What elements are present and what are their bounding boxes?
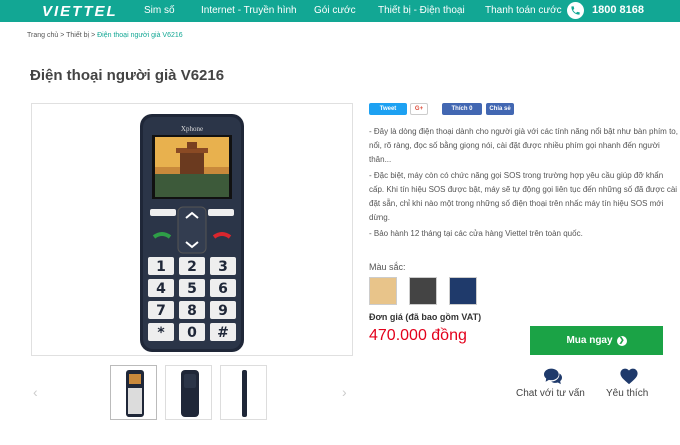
description-paragraph: - Đây là dòng điện thoại dành cho người … xyxy=(369,127,678,164)
facebook-like-button[interactable]: Thích 0 xyxy=(442,103,482,115)
nav-item-internet[interactable]: Internet - Truyền hình xyxy=(201,5,297,16)
favorite-label[interactable]: Yêu thích xyxy=(606,388,648,399)
chat-icon[interactable] xyxy=(543,367,563,390)
tweet-label: Tweet xyxy=(379,106,397,112)
product-image-frame: Xphone 1 2 3 4 5 6 7 8 9 * 0 # xyxy=(31,103,353,356)
key-8: 8 xyxy=(187,303,197,319)
breadcrumb-separator: > xyxy=(60,32,65,39)
facebook-share-button[interactable]: Chia sẻ xyxy=(486,103,514,115)
share-label: Chia sẻ xyxy=(489,106,511,112)
description-paragraph: - Bảo hành 12 tháng tại các cửa hàng Vie… xyxy=(369,229,583,238)
viettel-logo[interactable]: VIETTEL xyxy=(42,3,118,20)
thumbnail-front[interactable] xyxy=(110,365,157,420)
color-label: Màu sắc: xyxy=(369,262,406,272)
top-navigation-bar: VIETTEL Sim số Internet - Truyền hình Gó… xyxy=(0,0,680,22)
thumbnail-side[interactable] xyxy=(220,365,267,420)
thumbnail-strip xyxy=(110,365,267,420)
buy-now-label: Mua ngay xyxy=(566,335,613,346)
key-3: 3 xyxy=(218,259,228,275)
google-plus-button[interactable]: G+ xyxy=(410,103,428,115)
key-9: 9 xyxy=(218,303,228,319)
key-0: 0 xyxy=(187,325,197,341)
breadcrumb-home[interactable]: Trang chủ xyxy=(27,32,58,39)
phone-icon xyxy=(567,2,584,19)
color-swatch-gray[interactable] xyxy=(409,277,437,305)
gallery-next-arrow[interactable]: › xyxy=(342,384,347,400)
tweet-button[interactable]: Tweet xyxy=(369,103,407,115)
gallery-prev-arrow[interactable]: ‹ xyxy=(33,384,38,400)
thumbnail-back[interactable] xyxy=(165,365,212,420)
product-phone-image[interactable]: Xphone 1 2 3 4 5 6 7 8 9 * 0 # xyxy=(32,104,354,357)
key-hash: # xyxy=(217,325,229,341)
key-4: 4 xyxy=(156,281,166,297)
breadcrumb-current: Điện thoại người già V6216 xyxy=(97,32,183,39)
key-6: 6 xyxy=(218,281,228,297)
chat-label[interactable]: Chat với tư vấn xyxy=(516,388,585,399)
price-value: 470.000 đồng xyxy=(369,327,467,344)
breadcrumb-category[interactable]: Thiết bị xyxy=(66,32,89,39)
key-7: 7 xyxy=(156,303,166,319)
description-paragraph: - Đặc biệt, máy còn có chức năng gọi SOS… xyxy=(369,171,678,222)
hotline-number[interactable]: 1800 8168 xyxy=(592,4,644,16)
product-description: - Đây là dòng điện thoại dành cho người … xyxy=(369,125,680,243)
key-star: * xyxy=(157,325,165,341)
gplus-label: G+ xyxy=(414,106,424,112)
color-swatch-navy[interactable] xyxy=(449,277,477,305)
nav-item-devices[interactable]: Thiết bị - Điện thoại xyxy=(378,5,465,16)
buy-now-button[interactable]: Mua ngay ❯ xyxy=(530,326,663,355)
price-label: Đơn giá (đã bao gồm VAT) xyxy=(369,312,482,322)
chevron-right-icon: ❯ xyxy=(616,335,627,346)
page-title: Điện thoại người già V6216 xyxy=(30,67,225,84)
brand-label: Xphone xyxy=(181,125,203,133)
color-swatch-gold[interactable] xyxy=(369,277,397,305)
key-2: 2 xyxy=(187,259,197,275)
nav-item-plans[interactable]: Gói cước xyxy=(314,5,356,16)
nav-item-payment[interactable]: Thanh toán cước xyxy=(485,5,562,16)
key-1: 1 xyxy=(156,259,166,275)
heart-icon[interactable] xyxy=(619,367,639,390)
breadcrumb-separator: > xyxy=(91,32,96,39)
nav-item-sim[interactable]: Sim số xyxy=(144,5,175,16)
key-5: 5 xyxy=(187,281,197,297)
like-label: Thích 0 xyxy=(451,106,473,112)
breadcrumb: Trang chủ > Thiết bị > Điện thoại người … xyxy=(27,32,183,39)
product-page: Trang chủ > Thiết bị > Điện thoại người … xyxy=(0,22,680,445)
